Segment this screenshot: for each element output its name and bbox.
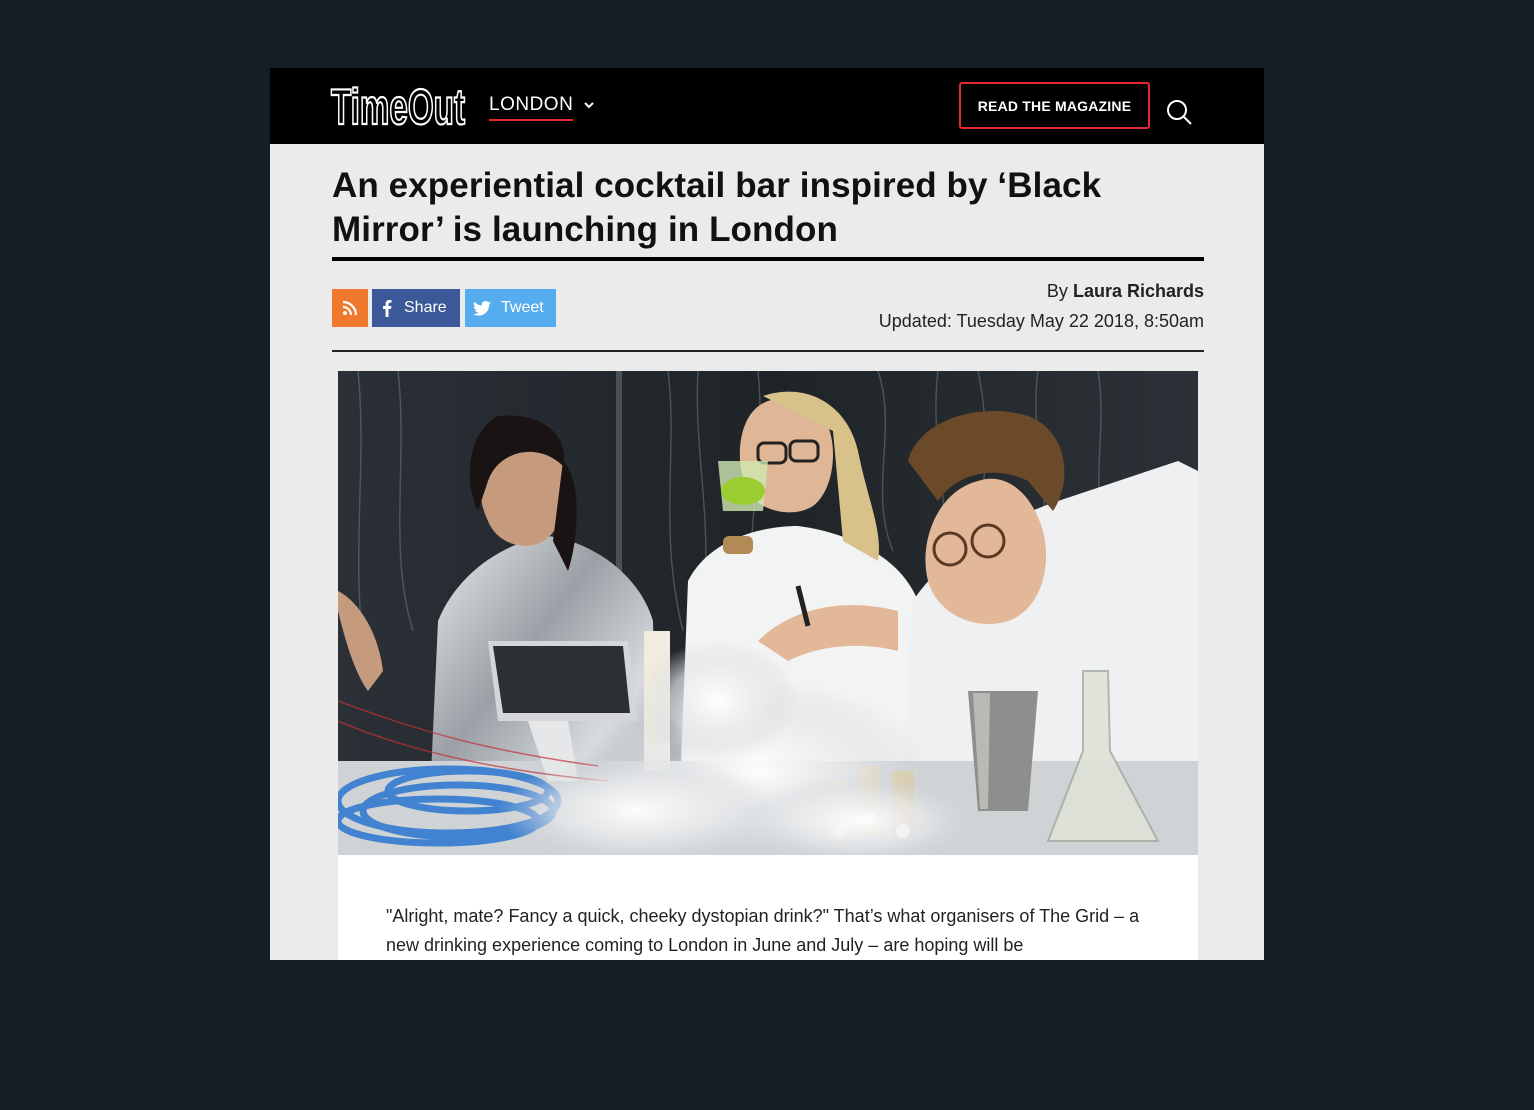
rss-icon xyxy=(342,300,358,316)
byline-prefix: By xyxy=(1046,281,1068,301)
article-body: "Alright, mate? Fancy a quick, cheeky dy… xyxy=(338,855,1198,960)
timeout-logo[interactable]: TimeOut xyxy=(330,78,466,134)
facebook-share-button[interactable]: Share xyxy=(372,289,460,327)
header-bar: TimeOut LONDON READ THE MAGAZINE xyxy=(270,68,1264,144)
updated-date: Updated: Tuesday May 22 2018, 8:50am xyxy=(878,311,1204,331)
twitter-share-button[interactable]: Tweet xyxy=(465,289,556,327)
author-name[interactable]: Laura Richards xyxy=(1073,281,1204,301)
author-line: By Laura Richards xyxy=(879,276,1204,306)
chevron-down-icon xyxy=(584,102,595,109)
read-magazine-button[interactable]: READ THE MAGAZINE xyxy=(959,82,1150,129)
search-icon[interactable] xyxy=(1166,99,1194,127)
facebook-share-label: Share xyxy=(404,299,447,316)
article-headline: An experiential cocktail bar inspired by… xyxy=(332,166,1102,249)
byline: By Laura Richards Updated: Tuesday May 2… xyxy=(879,276,1204,336)
city-selector[interactable]: LONDON xyxy=(489,94,595,124)
twitter-share-label: Tweet xyxy=(501,299,544,316)
byline-divider xyxy=(332,350,1204,352)
svg-text:TimeOut: TimeOut xyxy=(331,79,465,134)
hero-image xyxy=(338,371,1198,855)
twitter-icon xyxy=(473,300,491,316)
facebook-icon xyxy=(383,300,392,317)
headline-divider xyxy=(332,257,1204,261)
article-paragraph: "Alright, mate? Fancy a quick, cheeky dy… xyxy=(386,906,1140,955)
article-page: TimeOut LONDON READ THE MAGAZINE An expe… xyxy=(270,68,1264,960)
city-label: LONDON xyxy=(489,94,574,121)
rss-button[interactable] xyxy=(332,289,368,327)
